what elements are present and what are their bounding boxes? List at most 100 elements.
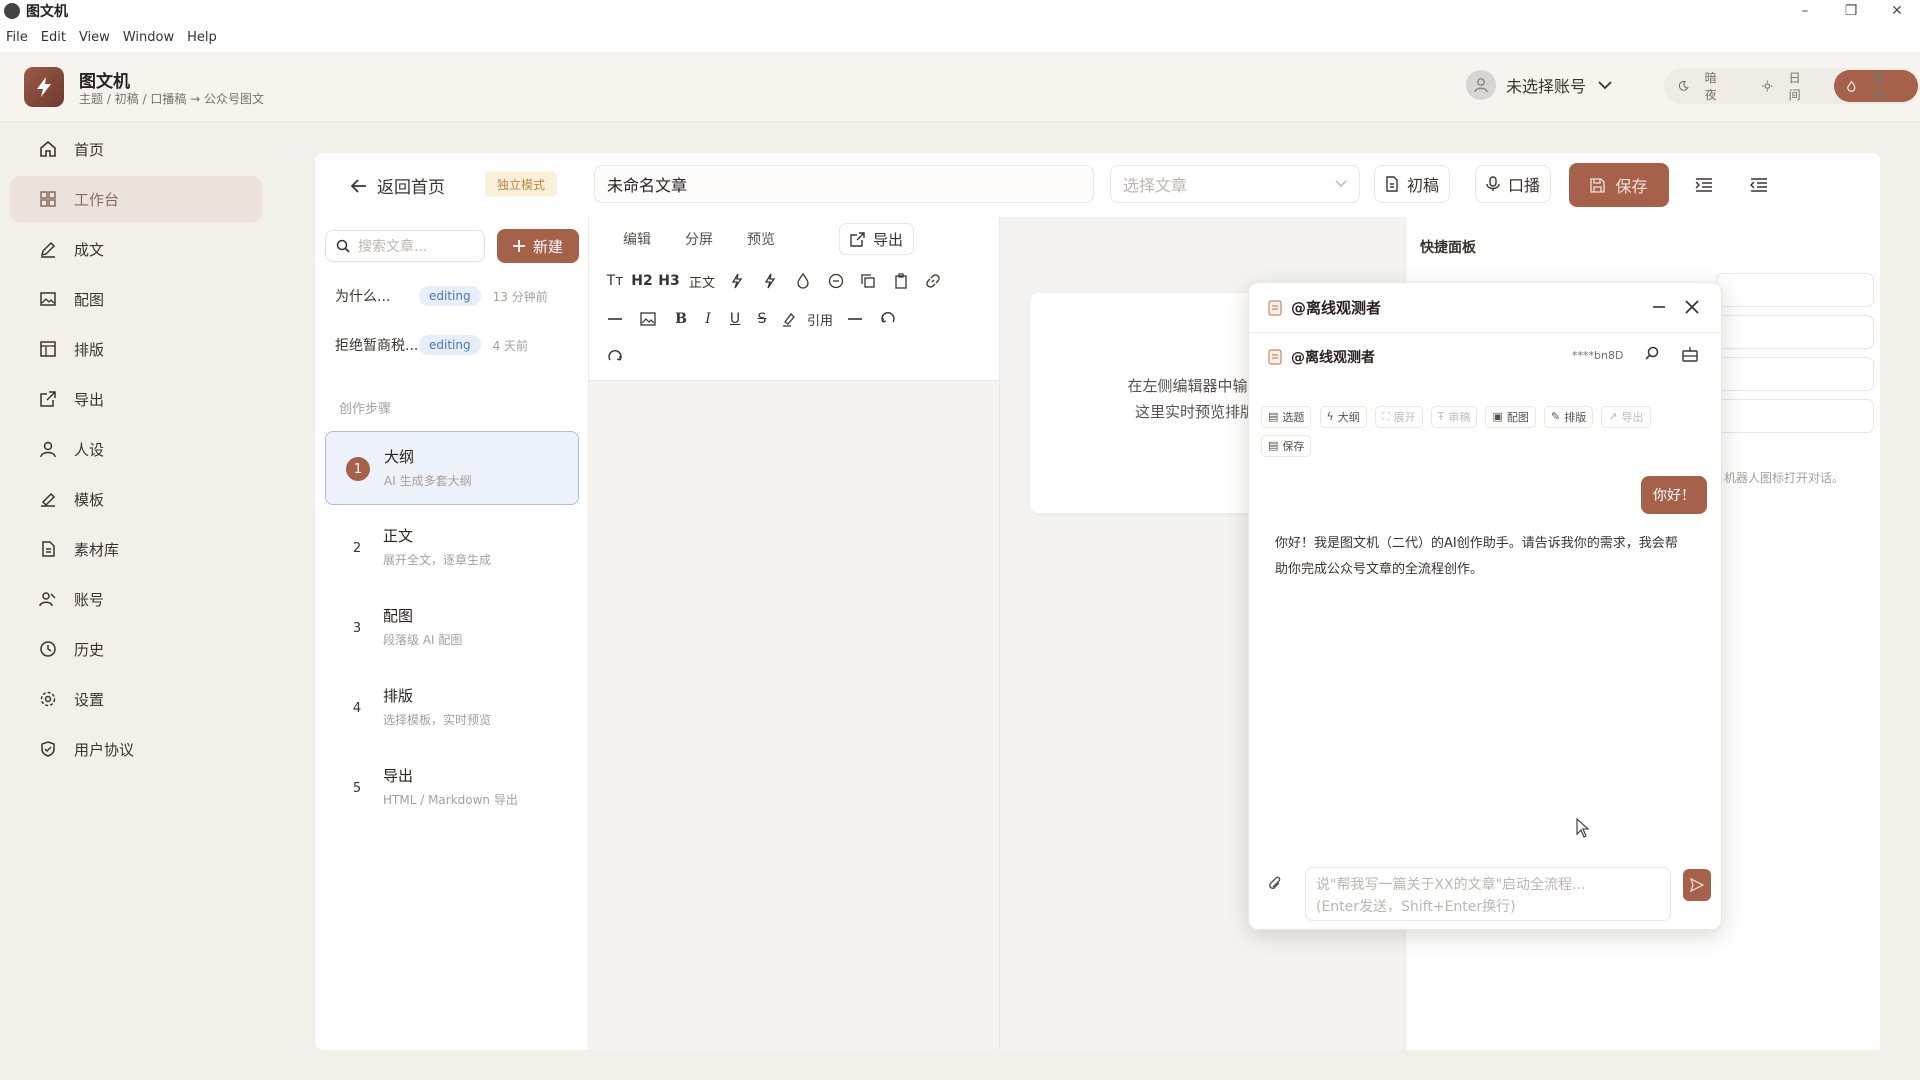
tool-save[interactable]: ▤ 保存 <box>1261 434 1312 457</box>
redo-button[interactable] <box>601 343 629 371</box>
theme-day-button[interactable]: 日间 <box>1750 70 1834 102</box>
link-button[interactable] <box>919 267 947 295</box>
theme-dark-button[interactable]: 暗夜 <box>1666 70 1750 102</box>
voice-button[interactable]: 口播 <box>1475 165 1552 203</box>
step-desc: HTML / Markdown 导出 <box>383 793 518 807</box>
divider-button[interactable] <box>601 305 629 333</box>
text-style-button[interactable]: Tт <box>601 267 629 295</box>
sidebar-item-images[interactable]: 配图 <box>10 276 262 322</box>
sidebar-item-agreement[interactable]: 用户协议 <box>10 726 262 772</box>
quick-panel-hint: 机器人图标打开对话。 <box>1724 471 1845 485</box>
quick-slot[interactable] <box>1716 357 1874 391</box>
search-input[interactable]: 搜索文章... <box>325 230 485 262</box>
account-selector[interactable]: 未选择账号 <box>1466 70 1612 100</box>
sidebar-item-workbench[interactable]: 工作台 <box>10 176 262 222</box>
sidebar-item-layout[interactable]: 排版 <box>10 326 262 372</box>
minimize-button[interactable]: – <box>1782 0 1828 22</box>
step-body[interactable]: 2 正文 展开全文，逐章生成 <box>325 511 579 585</box>
back-home-button[interactable]: 返回首页 <box>351 173 445 198</box>
sidebar-item-home[interactable]: 首页 <box>10 126 262 172</box>
save-icon: ▤ <box>1268 439 1279 452</box>
quick-slot[interactable] <box>1716 399 1874 433</box>
minimize-chat-button[interactable] <box>1651 297 1667 321</box>
toggle-left-panel-button[interactable] <box>1690 171 1718 199</box>
heading3-button[interactable]: H3 <box>655 267 683 295</box>
draft-label: 初稿 <box>1407 176 1440 195</box>
robot-button[interactable] <box>1681 345 1699 367</box>
tool-images[interactable]: ▣ 配图 <box>1485 405 1536 428</box>
paste-button[interactable] <box>887 267 915 295</box>
article-title-input[interactable]: 未命名文章 <box>594 165 1094 203</box>
sidebar-item-write[interactable]: 成文 <box>10 226 262 272</box>
divider-button-2[interactable] <box>841 305 869 333</box>
sidebar-item-settings[interactable]: 设置 <box>10 676 262 722</box>
sidebar-item-export[interactable]: 导出 <box>10 376 262 422</box>
sidebar-item-templates[interactable]: 模板 <box>10 476 262 522</box>
comment-button[interactable] <box>822 267 850 295</box>
clipboard-icon <box>895 273 907 289</box>
export-button[interactable]: 导出 <box>839 223 915 255</box>
highlighter-icon <box>783 313 795 327</box>
strikethrough-button[interactable]: S <box>748 305 776 333</box>
ai-lightning-button-2[interactable] <box>756 267 784 295</box>
underline-button[interactable]: U <box>721 305 749 333</box>
sidebar-item-history[interactable]: 历史 <box>10 626 262 672</box>
save-button[interactable]: 保存 <box>1569 163 1669 207</box>
draft-button[interactable]: 初稿 <box>1374 165 1451 203</box>
insert-image-button[interactable] <box>634 305 662 333</box>
chat-input[interactable]: 说"帮我写一篇关于XX的文章"启动全流程... (Enter发送，Shift+E… <box>1305 867 1671 921</box>
tool-outline[interactable]: ϟ 大纲 <box>1319 405 1367 428</box>
step-images[interactable]: 3 配图 段落级 AI 配图 <box>325 591 579 665</box>
list-item[interactable]: 为什么... editing 13 分钟前 <box>335 281 575 311</box>
maximize-button[interactable]: ❐ <box>1828 0 1874 22</box>
italic-button[interactable]: I <box>694 305 722 333</box>
tool-expand[interactable]: ⛶ 展开 <box>1374 406 1423 428</box>
step-layout[interactable]: 4 排版 选择模板，实时预览 <box>325 671 579 745</box>
quick-slot[interactable] <box>1716 315 1874 349</box>
quick-slot[interactable] <box>1716 273 1874 307</box>
menu-view[interactable]: View <box>79 30 110 45</box>
step-export[interactable]: 5 导出 HTML / Markdown 导出 <box>325 751 579 825</box>
quote-button[interactable]: 引用 <box>803 305 837 333</box>
send-button[interactable] <box>1683 869 1711 901</box>
select-article-dropdown[interactable]: 选择文章 <box>1110 165 1360 203</box>
menu-file[interactable]: File <box>6 30 28 45</box>
step-outline[interactable]: 1 大纲 AI 生成多套大纲 <box>325 431 579 505</box>
close-chat-button[interactable] <box>1683 297 1701 321</box>
tab-preview[interactable]: 预览 <box>747 229 775 249</box>
list-item[interactable]: 拒绝暂商税... editing 4 天前 <box>335 330 575 360</box>
menu-help[interactable]: Help <box>187 30 217 45</box>
undo-button[interactable] <box>874 305 902 333</box>
toggle-right-panel-button[interactable] <box>1745 171 1773 199</box>
masked-key: ****bn8D <box>1572 349 1624 362</box>
attach-button[interactable] <box>1267 875 1283 897</box>
sidebar-item-accounts[interactable]: 账号 <box>10 576 262 622</box>
redo-icon <box>608 350 622 361</box>
close-window-button[interactable]: ✕ <box>1874 0 1920 22</box>
tool-layout[interactable]: ✎ 排版 <box>1543 405 1594 428</box>
comment-icon <box>828 273 844 289</box>
sidebar-item-materials[interactable]: 素材库 <box>10 526 262 572</box>
highlight-button[interactable] <box>775 305 803 333</box>
bold-button[interactable]: B <box>667 305 695 333</box>
menu-edit[interactable]: Edit <box>41 30 66 45</box>
tool-export[interactable]: ↗ 导出 <box>1601 405 1651 428</box>
sidebar-item-persona[interactable]: 人设 <box>10 426 262 472</box>
heading2-button[interactable]: H2 <box>628 267 656 295</box>
mouse-cursor-icon <box>1576 817 1590 842</box>
body-text-button[interactable]: 正文 <box>685 267 719 295</box>
drop-button[interactable] <box>789 267 817 295</box>
export-label: 导出 <box>873 230 904 249</box>
tab-edit[interactable]: 编辑 <box>623 229 651 249</box>
theme-warm-button[interactable]: 暖阳 <box>1834 70 1918 102</box>
grid-icon <box>38 190 58 208</box>
steps-section-label: 创作步骤 <box>339 402 392 417</box>
menu-window[interactable]: Window <box>123 30 174 45</box>
tab-split[interactable]: 分屏 <box>685 229 713 249</box>
ai-lightning-button[interactable] <box>723 267 751 295</box>
search-chat-button[interactable] <box>1643 345 1661 367</box>
new-article-button[interactable]: 新建 <box>497 229 579 263</box>
tool-review[interactable]: Ŧ 审稿 <box>1430 405 1478 428</box>
copy-button[interactable] <box>854 267 882 295</box>
tool-topic[interactable]: ▤ 选题 <box>1261 405 1312 428</box>
